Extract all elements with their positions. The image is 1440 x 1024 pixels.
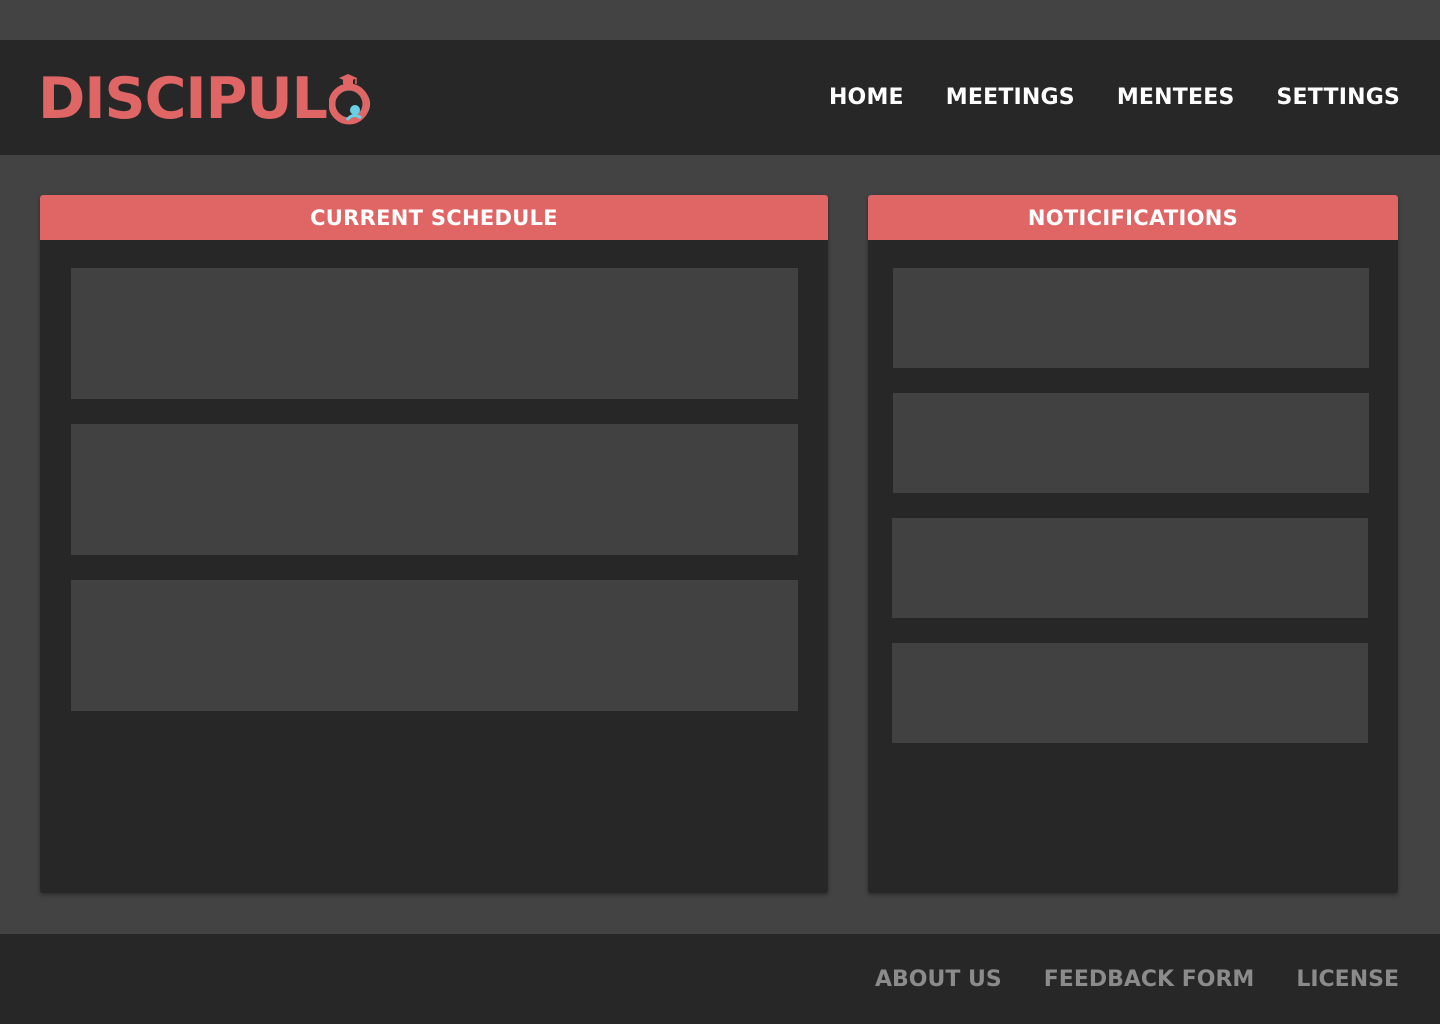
schedule-card[interactable] (71, 580, 798, 711)
footer-about-us-link[interactable]: ABOUT US (875, 967, 1002, 992)
nav-settings[interactable]: SETTINGS (1277, 85, 1401, 110)
main-nav: HOME MEETINGS MENTEES SETTINGS (829, 40, 1400, 155)
notification-card[interactable] (892, 643, 1368, 743)
nav-meetings[interactable]: MEETINGS (946, 85, 1075, 110)
current-schedule-panel: CURRENT SCHEDULE (40, 195, 828, 893)
nav-home[interactable]: HOME (829, 85, 904, 110)
footer: ABOUT US FEEDBACK FORM LICENSE (0, 934, 1440, 1024)
notifications-panel: NOTICIFICATIONS (868, 195, 1398, 893)
schedule-card[interactable] (71, 424, 798, 555)
notification-card[interactable] (892, 518, 1368, 618)
logo-wordmark: DISCIPUL (38, 66, 328, 132)
footer-license-link[interactable]: LICENSE (1296, 967, 1399, 992)
top-navbar: DISCIPUL HOME MEETINGS MENTEES SETTINGS (0, 40, 1440, 155)
schedule-panel-title: CURRENT SCHEDULE (40, 195, 828, 240)
notification-card[interactable] (893, 268, 1369, 368)
nav-mentees[interactable]: MENTEES (1117, 85, 1235, 110)
footer-feedback-form-link[interactable]: FEEDBACK FORM (1044, 967, 1255, 992)
discipulo-logo[interactable]: DISCIPUL (38, 66, 375, 128)
schedule-card[interactable] (71, 268, 798, 399)
notifications-panel-title: NOTICIFICATIONS (868, 195, 1398, 240)
graduation-cap-o-icon (329, 68, 375, 128)
footer-links: ABOUT US FEEDBACK FORM LICENSE (875, 934, 1399, 1024)
notification-card[interactable] (893, 393, 1369, 493)
